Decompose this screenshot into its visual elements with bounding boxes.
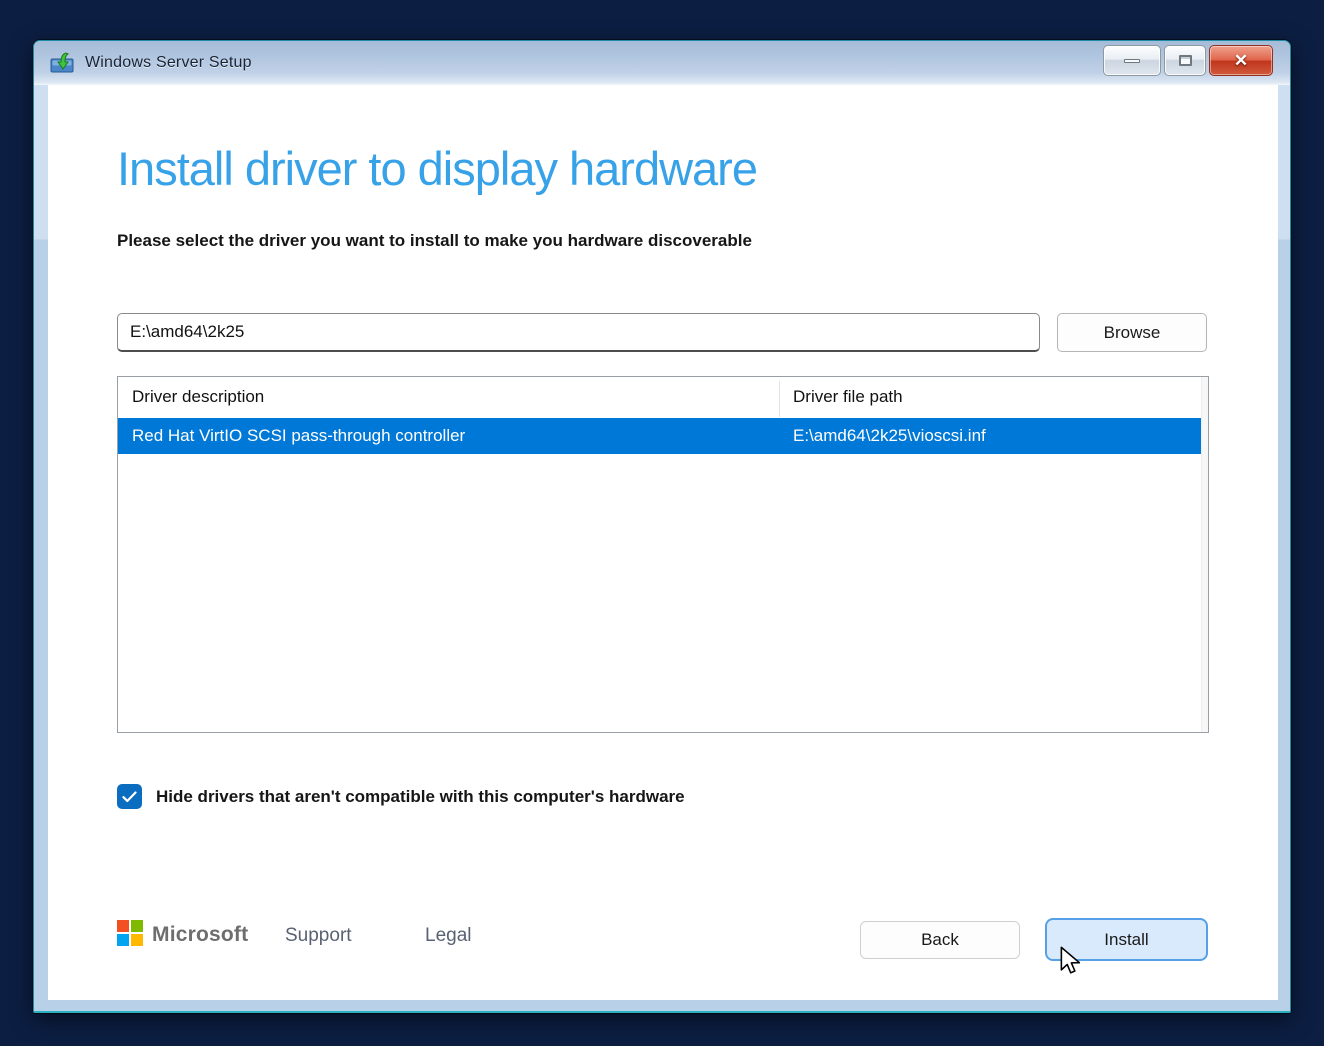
- hide-drivers-checkbox[interactable]: [117, 784, 142, 809]
- column-header-filepath[interactable]: Driver file path: [779, 387, 903, 407]
- maximize-button[interactable]: [1164, 45, 1206, 76]
- window-controls: ✕: [1103, 45, 1273, 76]
- setup-window: Windows Server Setup ✕ Install driver to…: [33, 40, 1291, 1013]
- setup-app-icon: [50, 52, 76, 74]
- legal-link[interactable]: Legal: [425, 925, 472, 947]
- scrollbar-track[interactable]: [1201, 377, 1208, 732]
- column-separator: [779, 381, 780, 417]
- hide-drivers-option: Hide drivers that aren't compatible with…: [117, 784, 685, 809]
- install-button[interactable]: Install: [1045, 918, 1208, 961]
- close-icon: ✕: [1234, 52, 1248, 69]
- minimize-button[interactable]: [1103, 45, 1161, 76]
- driver-list: Driver description Driver file path Red …: [117, 376, 1209, 733]
- back-button[interactable]: Back: [860, 921, 1020, 959]
- page-subtitle: Please select the driver you want to ins…: [117, 231, 752, 251]
- maximize-icon: [1179, 55, 1192, 66]
- driver-row-selected[interactable]: Red Hat VirtIO SCSI pass-through control…: [118, 418, 1202, 454]
- microsoft-logo-icon: [117, 920, 144, 947]
- microsoft-wordmark: Microsoft: [152, 923, 248, 947]
- browse-button[interactable]: Browse: [1057, 313, 1207, 352]
- support-link[interactable]: Support: [285, 925, 352, 947]
- driver-description-cell: Red Hat VirtIO SCSI pass-through control…: [118, 426, 779, 446]
- window-frame: Install driver to display hardware Pleas…: [34, 85, 1290, 1013]
- wizard-content: Install driver to display hardware Pleas…: [48, 85, 1278, 1000]
- minimize-icon: [1124, 59, 1140, 63]
- driver-list-header: Driver description Driver file path: [118, 377, 1208, 417]
- driver-path-input[interactable]: [117, 313, 1040, 352]
- driver-filepath-cell: E:\amd64\2k25\vioscsi.inf: [779, 426, 986, 446]
- column-header-description[interactable]: Driver description: [118, 387, 779, 407]
- page-title: Install driver to display hardware: [117, 141, 757, 196]
- title-bar[interactable]: Windows Server Setup ✕: [34, 41, 1290, 85]
- window-title: Windows Server Setup: [85, 54, 252, 72]
- hide-drivers-label[interactable]: Hide drivers that aren't compatible with…: [156, 787, 685, 807]
- desktop: { "window": { "title": "Windows Server S…: [0, 0, 1324, 1046]
- checkmark-icon: [122, 791, 137, 803]
- close-button[interactable]: ✕: [1209, 45, 1273, 76]
